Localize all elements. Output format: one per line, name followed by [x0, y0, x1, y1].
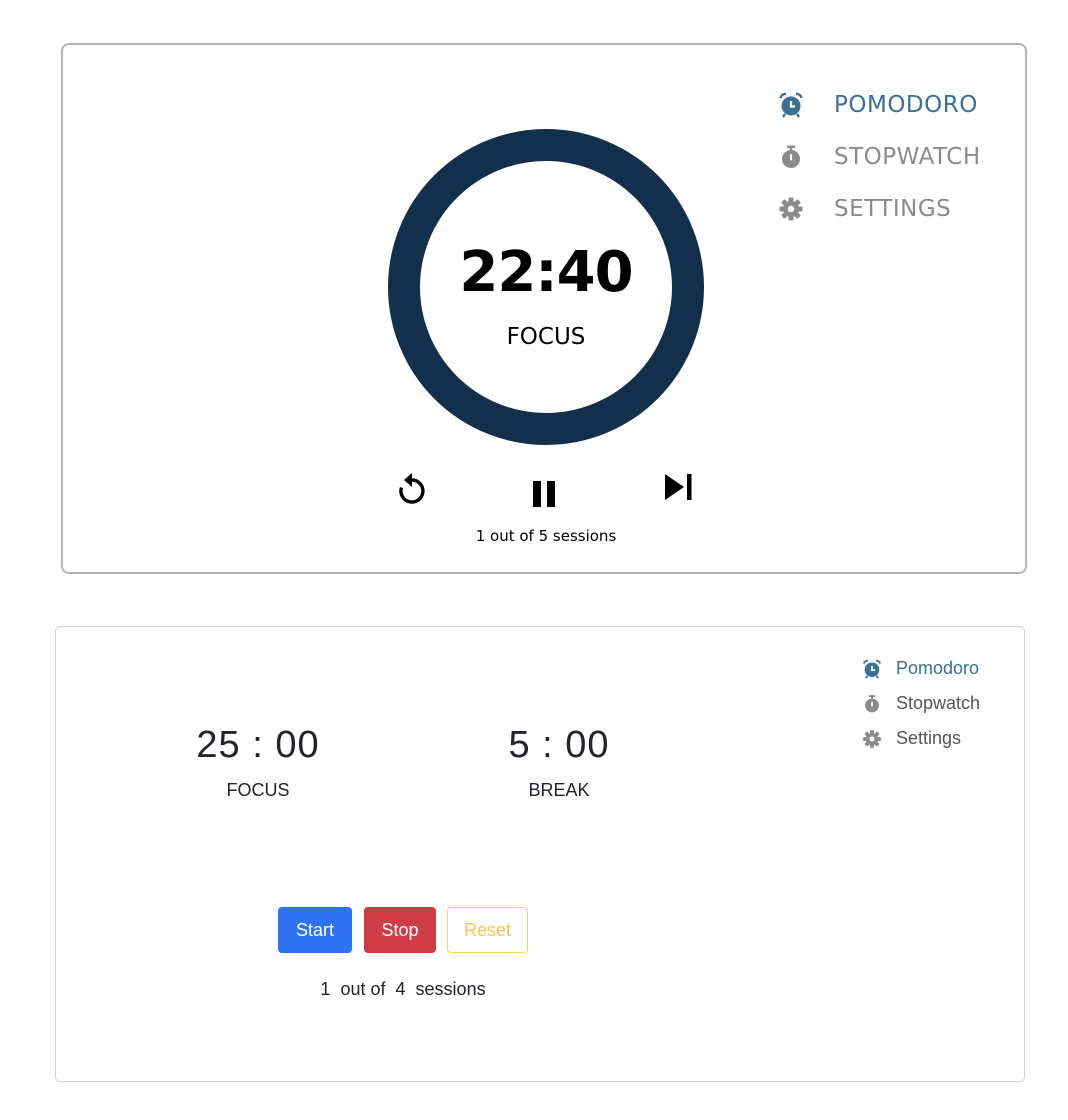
- alarm-clock-icon: [777, 91, 805, 119]
- focus-block: 25 : 00 FOCUS: [138, 723, 378, 801]
- session-current: 1: [320, 979, 331, 999]
- side-nav: POMODORO STOPWATCH SETTINGS: [777, 79, 981, 235]
- nav-item-settings[interactable]: Settings: [862, 721, 980, 756]
- session-out-of: out of: [340, 979, 386, 999]
- gear-icon: [862, 729, 882, 749]
- nav-label-pomodoro: POMODORO: [834, 92, 978, 118]
- skip-next-icon: [665, 474, 692, 500]
- stopwatch-icon: [862, 694, 882, 714]
- pause-button[interactable]: [525, 475, 565, 515]
- pomodoro-timer-card-v2: 25 : 00 FOCUS 5 : 00 BREAK Start Stop Re…: [55, 626, 1025, 1082]
- start-button[interactable]: Start: [278, 907, 352, 953]
- skip-button[interactable]: [659, 467, 699, 507]
- timer-mode-label: FOCUS: [506, 324, 586, 350]
- nav-item-stopwatch[interactable]: Stopwatch: [862, 686, 980, 721]
- alarm-clock-icon: [862, 659, 882, 679]
- session-counter: 1 out of 5 sessions: [475, 527, 617, 545]
- restart-icon: [399, 473, 425, 504]
- nav-label-settings: Settings: [896, 728, 962, 748]
- stop-button[interactable]: Stop: [364, 907, 436, 953]
- stopwatch-icon: [777, 143, 805, 171]
- pomodoro-timer-card-v1: 22:40 FOCUS 1 out of 5 sessions POMODORO…: [61, 43, 1027, 574]
- session-counter: 1 out of 4 sessions: [278, 979, 528, 1000]
- gear-icon: [777, 195, 805, 223]
- nav-label-settings: SETTINGS: [834, 196, 952, 222]
- session-suffix: sessions: [415, 979, 486, 999]
- nav-label-stopwatch: STOPWATCH: [834, 144, 981, 170]
- nav-item-settings[interactable]: SETTINGS: [777, 183, 981, 235]
- countdown-time: 22:40: [459, 240, 633, 305]
- break-block: 5 : 00 BREAK: [439, 723, 679, 801]
- nav-item-pomodoro[interactable]: POMODORO: [777, 79, 981, 131]
- focus-time: 25 : 00: [196, 724, 320, 766]
- nav-label-stopwatch: Stopwatch: [896, 693, 981, 713]
- break-label: BREAK: [528, 780, 590, 800]
- nav-item-pomodoro[interactable]: Pomodoro: [862, 651, 980, 686]
- nav-label-pomodoro: Pomodoro: [896, 658, 980, 678]
- break-time: 5 : 00: [508, 724, 610, 766]
- session-total: 4: [395, 979, 406, 999]
- pause-icon: [533, 481, 555, 507]
- nav-item-stopwatch[interactable]: STOPWATCH: [777, 131, 981, 183]
- side-nav: Pomodoro Stopwatch Settings: [862, 651, 980, 756]
- focus-label: FOCUS: [226, 780, 290, 800]
- restart-button[interactable]: [392, 470, 432, 510]
- reset-button[interactable]: Reset: [447, 907, 528, 953]
